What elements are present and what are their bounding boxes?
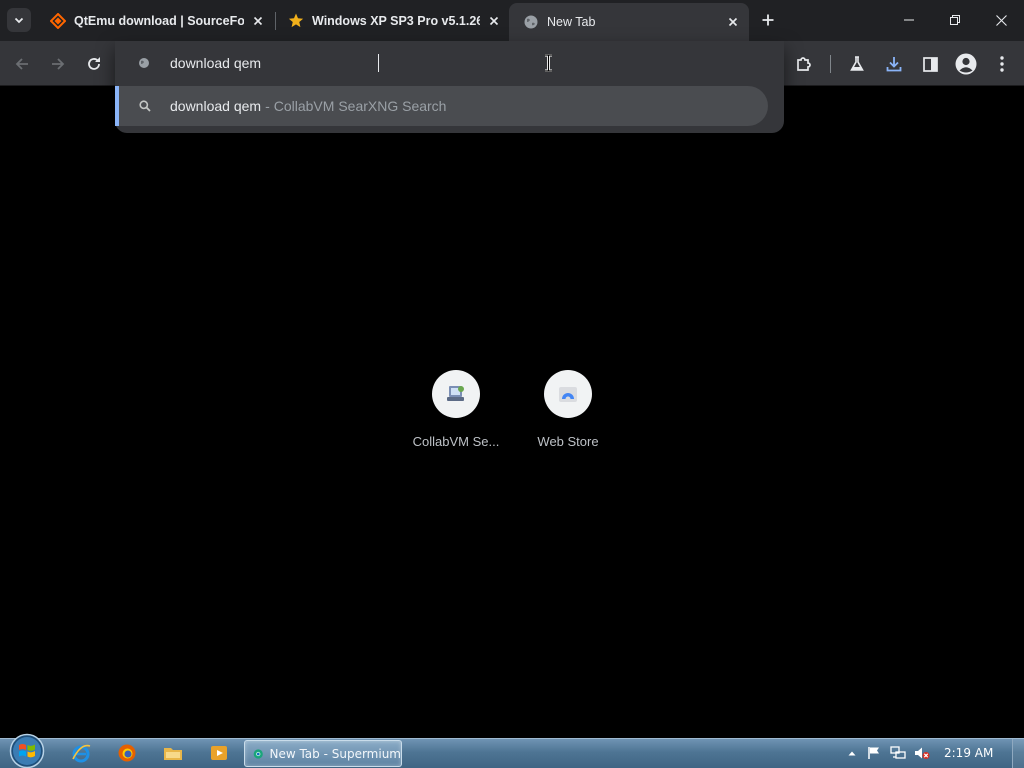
omnibox-popup: download qem-CollabVM SearXNG Search bbox=[115, 41, 784, 133]
back-button[interactable] bbox=[8, 50, 36, 78]
arrow-left-icon bbox=[15, 58, 28, 70]
side-panel-icon bbox=[922, 56, 938, 72]
collabvm-icon bbox=[432, 370, 480, 418]
show-hidden-icons-button[interactable] bbox=[844, 745, 860, 761]
sourceforge-icon bbox=[50, 12, 66, 29]
tab-new-tab[interactable]: New Tab bbox=[509, 3, 749, 41]
firefox-icon[interactable] bbox=[116, 742, 138, 764]
suggestion-separator: - bbox=[265, 98, 270, 114]
close-icon[interactable] bbox=[250, 13, 266, 29]
media-player-icon[interactable] bbox=[208, 742, 230, 764]
menu-button[interactable] bbox=[988, 50, 1016, 78]
download-icon bbox=[886, 57, 902, 72]
taskbar-button-supermium[interactable]: New Tab - Supermium bbox=[244, 740, 402, 767]
arrow-right-icon bbox=[52, 58, 65, 70]
clock[interactable]: 2:19 AM bbox=[944, 746, 993, 760]
shortcut-label: Web Store bbox=[537, 434, 599, 449]
tab-strip: QtEmu download | SourceForge.net Windows… bbox=[0, 0, 1024, 41]
forward-button[interactable] bbox=[44, 50, 72, 78]
toolbar-divider bbox=[830, 55, 831, 73]
flask-icon bbox=[850, 56, 864, 71]
shortcut-web-store[interactable]: Web Store bbox=[512, 370, 624, 454]
file-explorer-icon[interactable] bbox=[162, 742, 184, 764]
omnibox-suggestion[interactable]: download qem - CollabVM SearXNG Search bbox=[115, 86, 768, 126]
close-window-button[interactable] bbox=[978, 0, 1024, 40]
side-panel-button[interactable] bbox=[916, 50, 944, 78]
shortcut-collabvm[interactable]: CollabVM Se... bbox=[400, 370, 512, 454]
suggestion-text: download qem - CollabVM SearXNG Search bbox=[170, 98, 446, 114]
taskbar-button-label: New Tab - Supermium bbox=[269, 746, 401, 761]
tab-qtemu[interactable]: QtEmu download | SourceForge.net bbox=[36, 4, 274, 37]
new-tab-button[interactable] bbox=[756, 8, 780, 32]
shortcut-label: CollabVM Se... bbox=[412, 434, 500, 449]
page-info-icon[interactable] bbox=[136, 55, 152, 71]
restore-icon bbox=[950, 15, 960, 25]
close-icon[interactable] bbox=[725, 14, 741, 30]
globe-icon bbox=[523, 14, 539, 30]
internet-explorer-icon[interactable] bbox=[70, 742, 92, 764]
close-icon bbox=[995, 14, 1007, 26]
labs-button[interactable] bbox=[843, 50, 871, 78]
tab-search-button[interactable] bbox=[7, 8, 31, 32]
network-icon[interactable] bbox=[890, 745, 906, 761]
suggestion-query: download qem bbox=[170, 98, 262, 114]
action-center-flag-icon[interactable] bbox=[866, 745, 882, 761]
omnibox-input[interactable] bbox=[170, 52, 760, 74]
text-caret bbox=[378, 54, 379, 72]
tab-title: QtEmu download | SourceForge.net bbox=[74, 13, 244, 28]
show-desktop-button[interactable] bbox=[1012, 739, 1024, 768]
chevron-up-icon bbox=[848, 751, 856, 756]
downloads-button[interactable] bbox=[880, 50, 908, 78]
supermium-icon bbox=[253, 748, 263, 759]
profile-button[interactable] bbox=[952, 50, 980, 78]
reload-icon bbox=[88, 57, 100, 70]
plus-icon bbox=[762, 14, 774, 26]
restore-button[interactable] bbox=[932, 0, 978, 40]
star-icon bbox=[288, 13, 304, 29]
reload-button[interactable] bbox=[80, 50, 108, 78]
suggestion-engine: CollabVM SearXNG Search bbox=[273, 98, 447, 114]
tab-title: New Tab bbox=[547, 15, 596, 29]
puzzle-icon bbox=[797, 57, 811, 71]
volume-muted-icon[interactable] bbox=[914, 745, 930, 761]
web-store-icon bbox=[544, 370, 592, 418]
search-icon bbox=[138, 99, 152, 113]
extensions-button[interactable] bbox=[790, 50, 818, 78]
minimize-button[interactable] bbox=[886, 0, 932, 40]
omnibox[interactable] bbox=[115, 41, 784, 86]
minimize-icon bbox=[904, 19, 914, 21]
text-cursor-icon bbox=[545, 54, 552, 72]
chevron-down-icon bbox=[14, 17, 24, 24]
tab-title: Windows XP SP3 Pro v5.1.2600 bbox=[312, 13, 480, 28]
avatar-icon bbox=[955, 53, 977, 75]
tab-windows-xp[interactable]: Windows XP SP3 Pro v5.1.2600 bbox=[274, 4, 510, 37]
start-button[interactable] bbox=[8, 732, 46, 768]
close-icon[interactable] bbox=[486, 13, 502, 29]
selection-accent bbox=[115, 86, 119, 126]
more-vert-icon bbox=[1000, 56, 1004, 72]
